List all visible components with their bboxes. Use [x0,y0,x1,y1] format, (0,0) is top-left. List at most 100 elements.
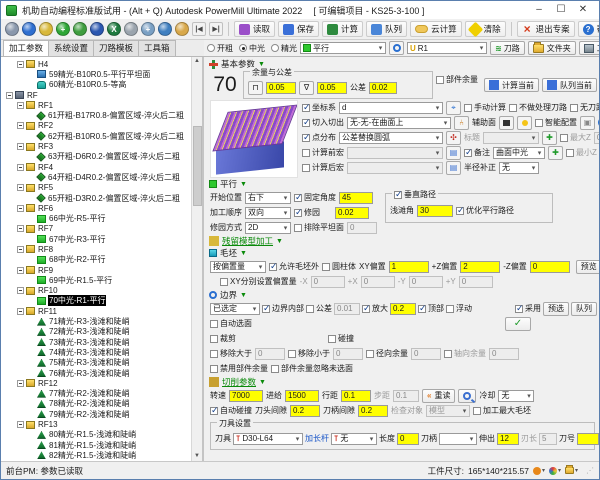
add-icon[interactable]: + [56,22,70,36]
tree-item[interactable]: 60精光-B10R0.5-等高 [4,80,191,90]
tree-item[interactable]: RF2 [4,121,191,131]
tree-item[interactable]: H4 [4,59,191,69]
tree-item[interactable]: 69中光-R1.5-平行 [4,275,191,285]
tree-item[interactable]: RF1 [4,100,191,110]
flute-length-field[interactable]: 5 [539,433,557,445]
tree-item[interactable]: 73精光-R3-浅滩和陡峭 [4,337,191,347]
radio-3[interactable]: 精光 [271,43,297,54]
xy-offset-field[interactable]: 1 [389,261,429,273]
tree-item[interactable]: 78精光-R2-浅滩和陡峭 [4,399,191,409]
tree-item[interactable]: RF8 [4,244,191,254]
tree-expander[interactable] [17,267,24,274]
section-cutting[interactable]: 切削参数 ▼ [206,376,597,388]
round-checkbox[interactable]: 修园 [294,207,320,218]
remove-gt-field[interactable]: 0 [255,348,285,360]
tree-item[interactable]: 63开粗-D6R0.2-偏置区域-淬火后二粗 [4,152,191,162]
section-boundary[interactable]: 边界 ▼ [206,289,597,301]
boundary-queue-button[interactable]: 队列 [571,302,597,316]
leadin-checkbox[interactable]: 切入切出 [302,117,344,128]
postmacro-icon[interactable]: ▤ [446,161,461,175]
save-button[interactable]: 保存 [278,21,319,37]
excel-icon[interactable]: X [107,22,121,36]
tool-select[interactable]: U R1▾ [407,42,487,54]
tree-expander[interactable] [17,308,24,315]
folder-open-icon[interactable] [175,22,189,36]
pz-offset-field[interactable]: 2 [460,261,500,273]
preselect-button[interactable]: 预选 [543,302,569,316]
ny-field[interactable]: 0 [409,276,443,288]
nz-offset-field[interactable]: 0 [530,261,570,273]
tree-expander[interactable] [17,246,24,253]
close-button[interactable]: ✕ [572,2,594,18]
ignore-unselected-checkbox[interactable]: 部件余量忽略未选面 [271,363,353,374]
coord-axes-icon[interactable]: ⌖ [446,101,461,115]
status-color-icon-button[interactable]: ▾ [549,467,561,475]
tree-item[interactable]: RF4 [4,162,191,172]
shallow-angle-field[interactable]: 30 [417,205,453,217]
confirm-button[interactable]: ✓ [505,317,531,331]
scroll-down-icon[interactable]: ▼ [194,452,200,461]
start-pos-select[interactable]: 右下▾ [245,192,291,204]
tool-name-select[interactable]: ⊺D30-L64▾ [233,433,303,445]
tree-expander[interactable] [17,143,24,150]
folder-button[interactable]: 文件夹 [528,41,576,55]
tolerance-field[interactable]: 0.02 [369,82,397,94]
tree-item[interactable]: 71精光-R3-浅滩和陡峭 [4,316,191,326]
tree-item[interactable]: 79精光-R2-浅滩和陡峭 [4,409,191,419]
tree-item[interactable]: RF13 [4,419,191,429]
check-object-select[interactable]: 模型▾ [426,405,470,417]
coord-checkbox[interactable]: 坐标系 [302,102,336,113]
expand-field[interactable]: 0.2 [390,303,416,315]
tree-item[interactable]: 66中光-R5-平行 [4,213,191,223]
tree-item[interactable]: 81精光-R1.5-浅滩和陡峭 [4,440,191,450]
reread-button[interactable]: «重读 [422,389,455,403]
tree-item[interactable]: 75精光-R3-浅滩和陡峭 [4,358,191,368]
holder-select[interactable]: ▾ [439,433,477,445]
premacro-checkbox[interactable]: 计算前宏 [302,147,344,158]
tree-item[interactable]: RF11 [4,306,191,316]
tree-item[interactable]: 59精光-B10R0.5-平行平坦面 [4,69,191,79]
wrench-icon[interactable] [124,22,138,36]
fixed-angle-field[interactable]: 45 [339,192,373,204]
minz-checkbox[interactable]: 最小Z [566,147,597,158]
powermill-icon[interactable] [90,22,104,36]
py-field[interactable]: 0 [459,276,493,288]
max-blank-checkbox[interactable]: 加工最大毛坯 [473,405,531,416]
remark-template-button[interactable]: ✚ [548,146,563,160]
stock-value2-field[interactable]: 0.05 [317,82,347,94]
remove-lt-checkbox[interactable]: 移除小于 [288,348,330,359]
title-template-button[interactable]: ✚ [542,131,557,145]
globe-icon[interactable] [22,22,36,36]
tree-item[interactable]: 80精光-R1.5-浅滩和陡峭 [4,430,191,440]
stepdown-field[interactable]: 0.1 [393,390,419,402]
auto-collision-checkbox[interactable]: 自动碰撞 [210,405,252,416]
tree-expander[interactable] [17,287,24,294]
pointdist-checkbox[interactable]: 点分布 [302,132,336,143]
station-button[interactable]: 工位 [579,41,600,55]
smart-config-checkbox[interactable]: 智能配置 [535,117,577,128]
calculate-button[interactable]: 计算 [322,21,363,37]
tree-item[interactable]: 65开粗-D3R0.2-偏置区域-淬火后二粗 [4,193,191,203]
xy-separate-checkbox[interactable]: XY分别设置偏置量 [220,276,297,287]
scrollbar-thumb[interactable] [193,126,202,206]
tree-expander[interactable] [17,380,24,387]
green-gear-icon[interactable] [73,22,87,36]
pattern-icon-button[interactable] [389,41,404,55]
px-field[interactable]: 0 [361,276,395,288]
no-path-delete-checkbox[interactable]: 无刀路删除 [570,102,600,113]
status-tool-icon-button[interactable]: ▾ [533,467,545,475]
premacro-icon[interactable]: ▤ [446,146,461,160]
cylinder-checkbox[interactable]: 圆柱体 [322,261,356,272]
tab-2[interactable]: 系统设置 [48,40,94,56]
minimize-button[interactable]: – [528,2,550,18]
tree-item[interactable]: 68中光-R2-平行 [4,255,191,265]
tree-item[interactable]: RF3 [4,141,191,151]
boundary-tol-checkbox[interactable]: 公差 [306,303,332,314]
read-button[interactable]: 读取 [234,21,275,37]
radio-2[interactable]: 中光 [239,43,265,54]
blank-mode-select[interactable]: 按偏置量▾ [210,261,266,273]
apply-checkbox[interactable]: 采用 [515,303,541,314]
tree-item[interactable]: RF7 [4,224,191,234]
radial-stock-field[interactable]: 0 [411,348,441,360]
tree-expander[interactable] [17,61,24,68]
